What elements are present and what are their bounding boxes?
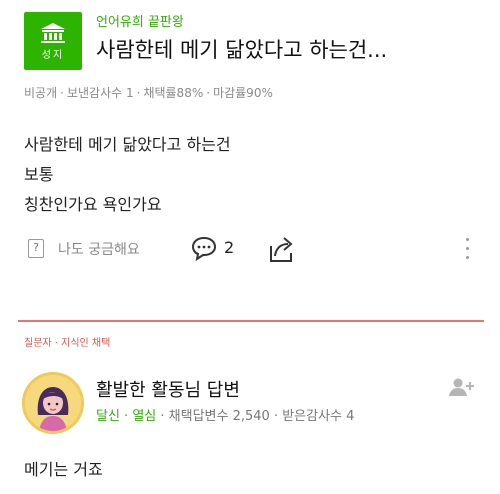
more-icon[interactable]	[464, 238, 470, 264]
share-icon[interactable]	[266, 234, 296, 264]
answer-body: 메기는 거죠	[24, 460, 103, 479]
question-meta: 비공개 · 보낸감사수 1 · 채택률88% · 마감률90%	[24, 86, 273, 100]
question-body-line: 사람한테 메기 닮았다고 하는건	[24, 135, 231, 154]
question-body-line: 보통	[24, 165, 54, 184]
user-level[interactable]: 언어유희 끝판왕	[96, 11, 184, 30]
level-badge: 성지	[24, 12, 82, 70]
answerer-name[interactable]: 활발한 활동님 답변	[96, 376, 240, 402]
follow-icon[interactable]	[448, 376, 476, 398]
comment-icon[interactable]	[190, 235, 218, 261]
thanks-received-text: 받은감사수 4	[282, 409, 355, 424]
question-title: 사람한테 메기 닮았다고 하는건...	[96, 38, 388, 62]
adoption-rate-text: 채택률88%	[143, 86, 204, 100]
avatar-illustration	[25, 375, 81, 431]
answer-section: 질문자 · 지식인 채택 활발한 활동님 답변 달신 · 열심 · 채택답변수 …	[0, 322, 500, 494]
question-box-icon[interactable]: ?	[28, 239, 44, 258]
badge-label: 성지	[41, 49, 65, 61]
question-body: 사람한테 메기 닮았다고 하는건 보통 칭찬인가요 욕인가요	[24, 130, 231, 220]
adopted-tag: 질문자 · 지식인 채택	[24, 338, 111, 349]
visibility-text: 비공개	[24, 86, 58, 100]
deadline-rate-text: 마감률90%	[213, 86, 273, 100]
comment-count: 2	[224, 238, 235, 257]
rank-label: 달신	[96, 409, 120, 424]
question-actions: ? 나도 궁금해요 2	[24, 232, 484, 266]
curious-button[interactable]: 나도 궁금해요	[58, 239, 140, 259]
answerer-meta: 달신 · 열심 · 채택답변수 2,540 · 받은감사수 4	[96, 409, 355, 424]
thanks-sent-text: 보낸감사수 1	[66, 86, 134, 100]
question-body-line: 칭찬인가요 욕인가요	[24, 195, 162, 214]
rank-label: 열심	[132, 409, 157, 424]
adopted-count-text: 채택답변수 2,540	[168, 409, 270, 424]
temple-icon	[41, 22, 65, 43]
avatar[interactable]	[22, 372, 84, 434]
question-section: 성지 언어유희 끝판왕 사람한테 메기 닮았다고 하는건... 비공개 · 보낸감사…	[0, 0, 500, 318]
